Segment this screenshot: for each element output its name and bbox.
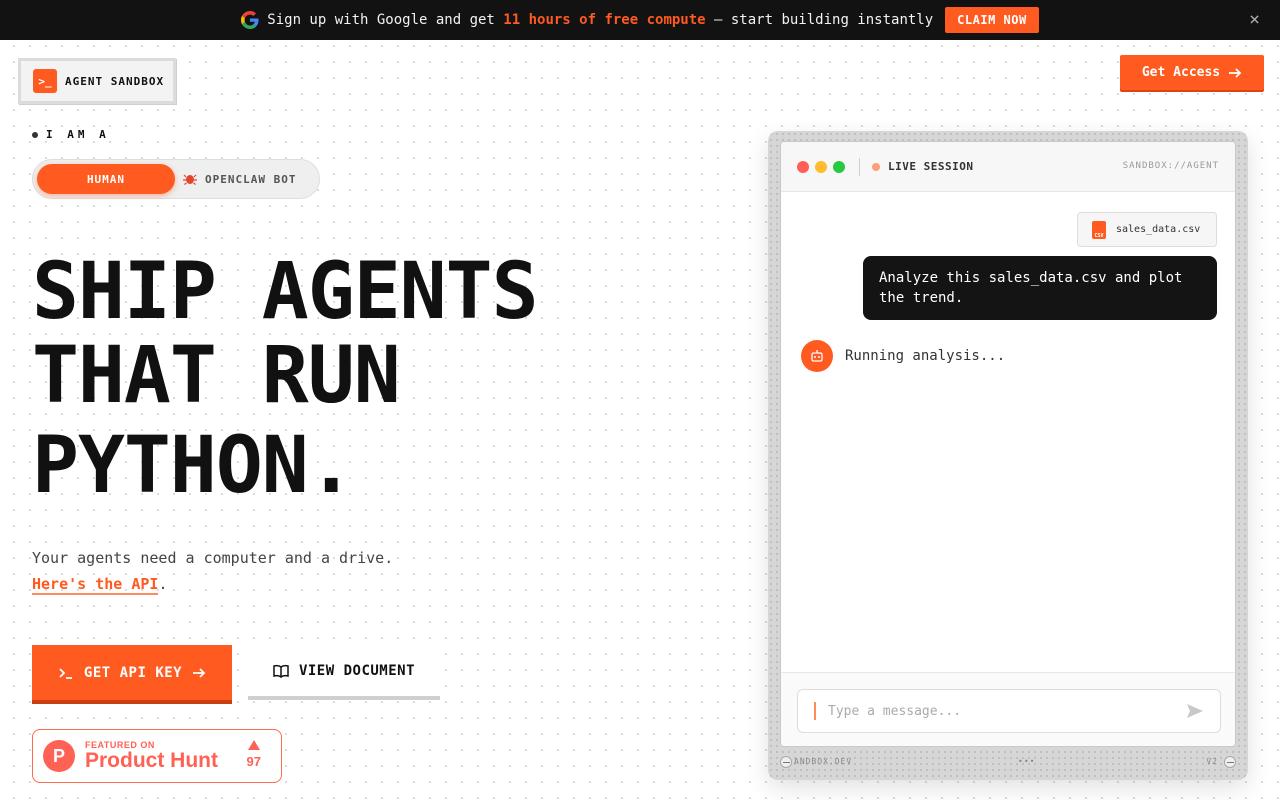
claim-now-button[interactable]: CLAIM NOW xyxy=(945,7,1039,33)
get-api-key-label: GET API KEY xyxy=(83,664,183,681)
headline-line-1: SHIP AGENTS xyxy=(32,247,539,337)
persona-option-bot[interactable]: OPENCLAW BOT xyxy=(183,173,296,186)
titlebar-divider xyxy=(859,157,860,176)
headline-line-3: PYTHON. xyxy=(32,421,355,511)
screw-icon xyxy=(1224,756,1236,768)
frame-footer-domain: ANDBOX.DEV xyxy=(794,757,853,766)
session-status: LIVE SESSION xyxy=(888,160,974,173)
terminal-icon: >_ xyxy=(33,69,57,93)
persona-toggle: HUMAN OPENCLAW BOT xyxy=(32,159,320,199)
hero-subtitle: Your agents need a computer and a drive.… xyxy=(32,545,393,597)
api-link[interactable]: Here's the API xyxy=(32,575,159,595)
text-caret xyxy=(814,702,816,720)
sandbox-window: LIVE SESSION SANDBOX://AGENT CSV sales_d… xyxy=(780,141,1236,747)
file-name: sales_data.csv xyxy=(1116,224,1201,235)
google-icon xyxy=(241,11,259,29)
get-access-label: Get Access xyxy=(1141,65,1221,80)
banner-text-after: — start building instantly xyxy=(705,12,934,28)
view-document-button[interactable]: VIEW DOCUMENT xyxy=(248,645,440,700)
logo[interactable]: >_ AGENT SANDBOX xyxy=(18,58,176,104)
product-hunt-badge[interactable]: P FEATURED ON Product Hunt 97 xyxy=(32,729,282,783)
logo-text: AGENT SANDBOX xyxy=(65,74,165,88)
file-attachment[interactable]: CSV sales_data.csv xyxy=(1077,212,1217,247)
message-input[interactable]: Type a message... xyxy=(797,689,1221,733)
message-composer: Type a message... xyxy=(781,672,1235,746)
api-link-suffix: . xyxy=(158,575,168,593)
get-access-button[interactable]: Get Access xyxy=(1120,55,1264,90)
csv-file-icon: CSV xyxy=(1092,220,1106,239)
window-titlebar: LIVE SESSION SANDBOX://AGENT xyxy=(781,142,1235,192)
user-message: Analyze this sales_data.csv and plot the… xyxy=(863,256,1217,320)
maximize-dot-icon[interactable] xyxy=(833,160,845,173)
live-indicator-icon xyxy=(872,162,880,171)
terminal-prompt-icon xyxy=(59,667,72,679)
minimize-dot-icon[interactable] xyxy=(815,160,827,173)
hero-subtitle-line: Your agents need a computer and a drive. xyxy=(32,549,394,567)
send-icon[interactable] xyxy=(1186,702,1204,720)
close-dot-icon[interactable] xyxy=(797,160,809,173)
promo-banner: Sign up with Google and get 11 hours of … xyxy=(0,0,1280,40)
banner-text-before: Sign up with Google and get xyxy=(267,12,504,28)
frame-footer-dots: ••• xyxy=(1018,757,1036,766)
robot-icon xyxy=(811,350,823,362)
persona-label-text: I AM A xyxy=(46,128,110,141)
view-document-label: VIEW DOCUMENT xyxy=(298,662,416,679)
product-hunt-logo-icon: P xyxy=(43,740,75,772)
bug-icon xyxy=(183,174,197,185)
book-icon xyxy=(273,664,289,678)
persona-option-bot-label: OPENCLAW BOT xyxy=(205,172,297,186)
csv-badge-text: CSV xyxy=(1094,232,1104,239)
get-api-key-button[interactable]: GET API KEY xyxy=(32,645,232,700)
product-hunt-name: Product Hunt xyxy=(85,749,218,772)
product-hunt-votes: 97 xyxy=(247,740,261,769)
arrow-right-icon xyxy=(1229,67,1242,78)
message-placeholder: Type a message... xyxy=(828,703,962,719)
bot-message-text: Running analysis... xyxy=(845,348,1006,364)
bot-message: Running analysis... xyxy=(801,340,1005,372)
bot-avatar xyxy=(801,340,833,372)
close-icon[interactable]: × xyxy=(1249,11,1260,29)
session-address: SANDBOX://AGENT xyxy=(1122,161,1219,171)
persona-label: I AM A xyxy=(32,128,110,141)
bullet-icon xyxy=(32,131,38,138)
upvote-icon xyxy=(247,740,260,750)
headline-line-2: THAT RUN xyxy=(32,331,401,421)
persona-option-human[interactable]: HUMAN xyxy=(37,164,175,194)
frame-footer-version: V2 xyxy=(1206,757,1218,766)
frame-footer: ANDBOX.DEV ••• V2 xyxy=(794,757,1218,769)
hero-headline: SHIP AGENTS THAT RUN PYTHON. xyxy=(32,247,539,511)
banner-highlight: 11 hours of free compute xyxy=(503,12,706,28)
arrow-right-icon xyxy=(193,667,206,678)
vote-count: 97 xyxy=(246,754,261,769)
screw-icon xyxy=(780,756,792,768)
